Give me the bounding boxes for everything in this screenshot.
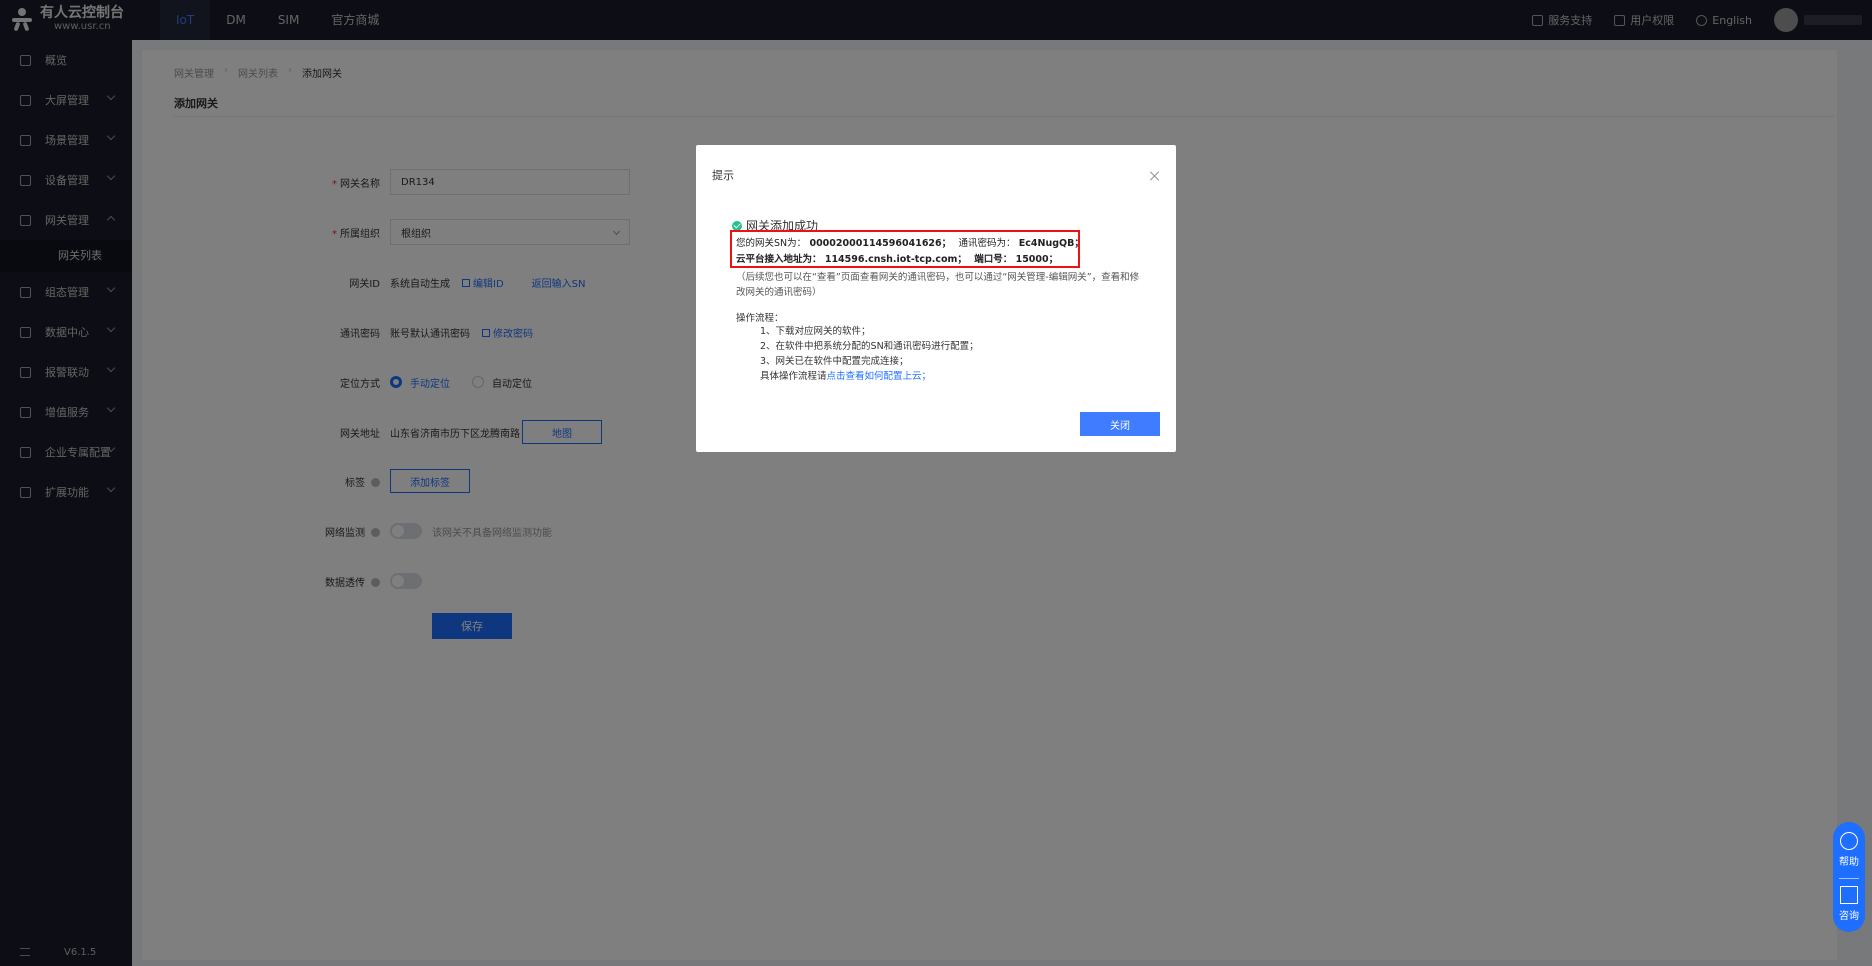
- close-icon[interactable]: [1150, 171, 1160, 181]
- step-detail: 具体操作流程请点击查看如何配置上云；: [760, 371, 932, 382]
- dialog-title: 提示: [712, 169, 734, 182]
- close-button[interactable]: 关闭: [1080, 412, 1160, 436]
- consult-button[interactable]: 咨询: [1833, 886, 1865, 922]
- dialog-note: （后续您也可以在“查看”页面查看网关的通讯密码，也可以通过“网关管理-编辑网关”…: [736, 272, 1140, 298]
- check-circle-icon: [732, 220, 742, 231]
- question-icon: [1840, 832, 1858, 850]
- step-item: 1、下载对应网关的软件；: [760, 326, 871, 337]
- document-icon: [1840, 886, 1858, 904]
- credentials-box: 您的网关SN为： 00002000114596041626； 通讯密码为： Ec…: [730, 230, 1166, 268]
- floating-help-panel: 帮助 咨询: [1833, 822, 1865, 932]
- highlight-frame: [730, 230, 1080, 268]
- help-button[interactable]: 帮助: [1833, 832, 1865, 868]
- steps-title: 操作流程：: [736, 313, 784, 324]
- step-item: 3、网关已在软件中配置完成连接；: [760, 356, 909, 367]
- config-guide-link[interactable]: 点击查看如何配置上云；: [827, 371, 932, 382]
- step-item: 2、在软件中把系统分配的SN和通讯密码进行配置；: [760, 341, 979, 352]
- success-dialog: 提示 网关添加成功 您的网关SN为： 00002000114596041626；…: [696, 145, 1176, 452]
